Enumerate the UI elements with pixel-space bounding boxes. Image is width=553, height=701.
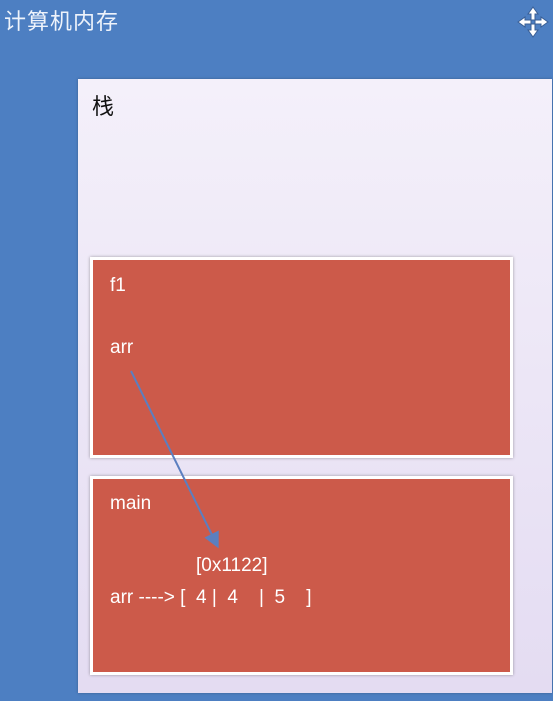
frame-f1-variable: arr	[110, 337, 134, 358]
stack-frame-main	[90, 476, 513, 675]
frame-main-name: main	[110, 493, 152, 514]
stack-label: 栈	[92, 95, 115, 120]
array-address: [0x1122]	[196, 555, 268, 576]
stack-frame-f1	[90, 257, 513, 458]
move-icon[interactable]	[517, 6, 549, 38]
frame-f1-name: f1	[110, 275, 126, 296]
window-title: 计算机内存	[4, 10, 120, 35]
frame-main-array-line: arr ----> [ 4 | 4 | 5 ]	[110, 587, 312, 608]
